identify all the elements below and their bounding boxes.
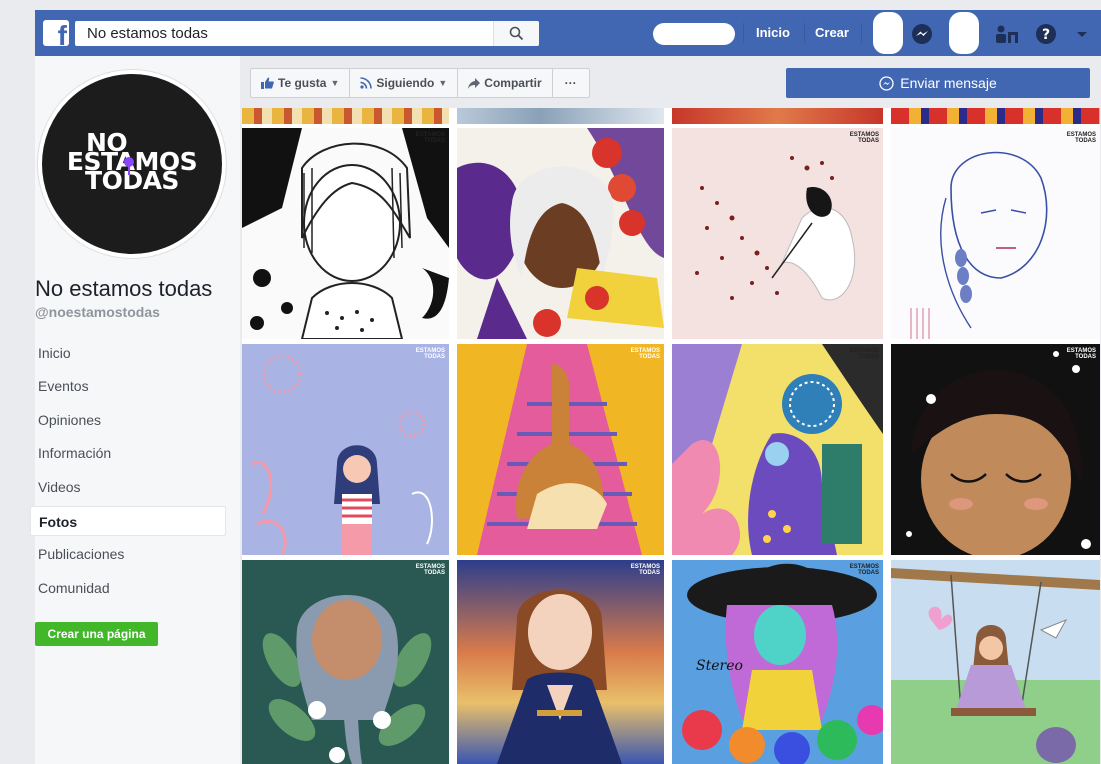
photo-thumbnail[interactable]: ESTAMOS TODAS	[242, 560, 449, 764]
search-input[interactable]: No estamos todas	[87, 25, 208, 42]
sidebar-item-eventos[interactable]: Eventos	[30, 371, 226, 401]
watermark-text: TODAS	[1075, 354, 1096, 360]
watermark-text: TODAS	[424, 570, 445, 576]
following-button-label: Siguiendo	[376, 76, 435, 90]
search-icon	[509, 26, 524, 41]
artist-signature: Stereo	[696, 658, 743, 674]
more-options-button[interactable]: ···	[551, 68, 590, 98]
sidebar-item-publicaciones[interactable]: Publicaciones	[30, 539, 226, 569]
photo-watermark: ESTAMOS TODAS	[850, 564, 879, 576]
photo-watermark: ESTAMOS TODAS	[416, 348, 445, 360]
photo-illustration	[672, 344, 883, 555]
photo-watermark: ESTAMOS TODAS	[631, 564, 660, 576]
logo-venus-stem	[128, 165, 130, 175]
photo-thumbnail[interactable]: ESTAMOS TODAS	[891, 128, 1100, 339]
page-action-bar: Te gusta ▼ Siguiendo ▼ Compartir ···	[250, 68, 590, 98]
watermark-text: TODAS	[639, 570, 660, 576]
photo-grid: ESTAMOS TODAS ESTAMOS TODAS ESTAMOS TODA…	[242, 108, 1100, 764]
nav-divider	[804, 23, 805, 43]
photo-illustration	[242, 128, 449, 339]
page-title: No estamos todas	[35, 276, 213, 301]
search-box[interactable]: No estamos todas	[75, 21, 539, 46]
page-profile-picture[interactable]: NO ESTAMOS TODAS	[38, 70, 226, 258]
watermark-text: TODAS	[639, 354, 660, 360]
watermark-text: TODAS	[424, 354, 445, 360]
watermark-text: TODAS	[1075, 138, 1096, 144]
send-message-button[interactable]: Enviar mensaje	[786, 68, 1090, 98]
redacted-icon[interactable]	[949, 12, 979, 54]
messenger-icon	[879, 75, 894, 91]
nav-home-link[interactable]: Inicio	[756, 25, 790, 40]
sidebar-item-opiniones[interactable]: Opiniones	[30, 405, 226, 435]
caret-down-icon: ▼	[438, 78, 448, 88]
redacted-profile-name[interactable]	[653, 23, 735, 45]
facebook-logo-icon[interactable]: f	[43, 20, 69, 46]
photo-thumbnail-partial[interactable]	[242, 108, 449, 124]
photo-illustration	[891, 560, 1100, 764]
sidebar-item-fotos[interactable]: Fotos	[30, 506, 226, 536]
nav-divider	[861, 23, 862, 43]
photo-watermark: ESTAMOS TODAS	[1067, 132, 1096, 144]
friend-requests-icon[interactable]	[994, 23, 1020, 45]
photo-watermark: ESTAMOS TODAS	[850, 348, 879, 360]
messenger-icon[interactable]	[911, 23, 933, 45]
photo-illustration: Stereo	[672, 560, 883, 764]
photo-thumbnail[interactable]: ESTAMOS TODAS	[457, 344, 664, 555]
photo-thumbnail[interactable]	[891, 560, 1100, 764]
redacted-icon[interactable]	[873, 12, 903, 54]
photo-watermark: ESTAMOS TODAS	[631, 348, 660, 360]
nav-create-link[interactable]: Crear	[815, 25, 849, 40]
watermark-text: TODAS	[858, 138, 879, 144]
photo-thumbnail[interactable]: ESTAMOS TODAS	[242, 128, 449, 339]
share-button-label: Compartir	[484, 76, 542, 90]
photo-thumbnail-partial[interactable]	[457, 108, 664, 124]
photo-thumbnail[interactable]: ESTAMOS TODAS	[672, 344, 883, 555]
photo-illustration	[891, 344, 1100, 555]
rss-follow-icon	[360, 77, 373, 89]
photo-thumbnail-partial[interactable]	[891, 108, 1100, 124]
photo-watermark: ESTAMOS TODAS	[850, 132, 879, 144]
send-message-label: Enviar mensaje	[900, 75, 997, 91]
photo-illustration	[457, 344, 664, 555]
photo-thumbnail[interactable]: ESTAMOS TODAS	[457, 560, 664, 764]
share-arrow-icon	[468, 77, 481, 89]
photo-watermark: ESTAMOS TODAS	[416, 564, 445, 576]
sidebar-item-comunidad[interactable]: Comunidad	[30, 573, 226, 603]
sidebar-item-videos[interactable]: Videos	[30, 472, 226, 502]
caret-down-icon: ▼	[330, 78, 340, 88]
page-username[interactable]: @noestamostodas	[35, 304, 160, 320]
photo-thumbnail-partial[interactable]	[672, 108, 883, 124]
photo-thumbnail[interactable]: ESTAMOS TODAS	[242, 344, 449, 555]
photo-watermark: ESTAMOS TODAS	[416, 132, 445, 144]
sidebar-item-informacion[interactable]: Información	[30, 438, 226, 468]
photo-illustration	[891, 128, 1100, 339]
sidebar-item-inicio[interactable]: Inicio	[30, 338, 226, 368]
photo-illustration	[672, 128, 883, 339]
photo-thumbnail[interactable]: ESTAMOS TODAS	[672, 128, 883, 339]
help-icon[interactable]: ?	[1035, 23, 1057, 45]
like-button[interactable]: Te gusta ▼	[250, 68, 350, 98]
watermark-text: TODAS	[858, 570, 879, 576]
photo-illustration	[242, 560, 449, 764]
top-navigation-bar: f No estamos todas Inicio Crear ?	[35, 10, 1101, 56]
photo-thumbnail[interactable]	[457, 128, 664, 339]
like-button-label: Te gusta	[278, 76, 327, 90]
create-page-button[interactable]: Crear una página	[35, 622, 158, 646]
watermark-text: TODAS	[424, 138, 445, 144]
photo-illustration	[457, 560, 664, 764]
watermark-text: TODAS	[858, 354, 879, 360]
photo-watermark: ESTAMOS TODAS	[1067, 348, 1096, 360]
search-button[interactable]	[493, 21, 539, 46]
chevron-down-icon[interactable]	[1075, 23, 1089, 45]
svg-text:?: ?	[1042, 27, 1050, 43]
photo-thumbnail[interactable]: ESTAMOS TODAS	[891, 344, 1100, 555]
photo-illustration	[457, 128, 664, 339]
nav-divider	[743, 23, 744, 43]
photo-illustration	[242, 344, 449, 555]
following-button[interactable]: Siguiendo ▼	[349, 68, 458, 98]
share-button[interactable]: Compartir	[457, 68, 552, 98]
photo-thumbnail[interactable]: Stereo ESTAMOS TODAS	[672, 560, 883, 764]
thumbs-up-icon	[261, 77, 274, 89]
